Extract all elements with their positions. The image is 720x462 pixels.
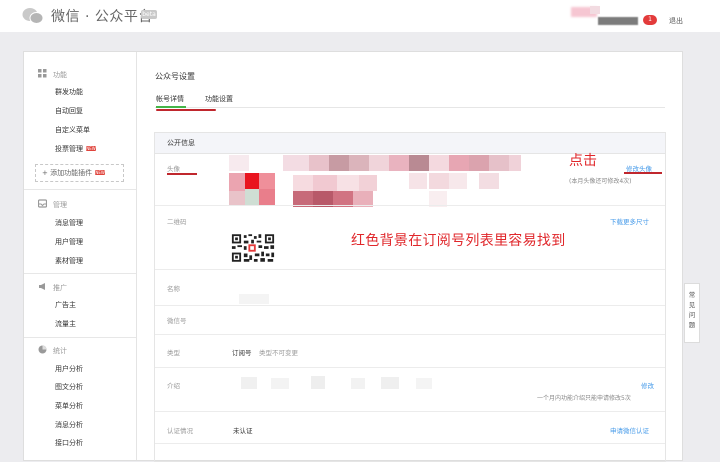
sidebar-item-user-analysis[interactable]: 用户分析	[55, 364, 83, 374]
intro-label: 介绍	[167, 382, 180, 390]
beta-badge: beta	[141, 10, 157, 19]
download-sizes-link[interactable]: 下载更多尺寸	[610, 216, 649, 226]
notification-badge[interactable]: 1	[643, 15, 657, 25]
row-divider	[155, 269, 665, 270]
public-info-panel: 公开信息 头像 修改头像 (本月头像还可修改4次) 点击 二维码 下载更多尺寸 …	[154, 132, 666, 462]
wechat-logo-icon	[22, 8, 44, 24]
type-value: 订阅号	[232, 349, 252, 357]
annotation-underline-edit	[624, 172, 662, 174]
row-divider	[155, 305, 665, 306]
sidebar-section-stats: 统计	[38, 345, 67, 356]
platform-title: 微信 · 公众平台	[51, 9, 153, 25]
sidebar-section-manage: 管理	[38, 199, 67, 210]
annotation-underline-tab	[156, 109, 216, 111]
sidebar-item-materials[interactable]: 素材管理	[55, 256, 83, 266]
type-label: 类型	[167, 349, 180, 357]
tab-account-details[interactable]: 帐号详情	[156, 94, 184, 104]
top-header: 微信 · 公众平台 beta 1 退出	[0, 0, 720, 32]
new-badge: NEW	[86, 146, 96, 151]
grid-icon	[38, 69, 47, 78]
sidebar: 功能 群发功能 自动回复 自定义菜单 投票管理 NEW + 添加功能插件 NEW 管…	[24, 52, 137, 460]
annotation-click: 点击	[569, 153, 597, 169]
intro-change-note: 一个月内功能介绍只能申请修改5次	[537, 395, 631, 402]
add-plugin-button[interactable]: + 添加功能插件 NEW	[35, 164, 124, 182]
account-name[interactable]	[598, 17, 638, 25]
tabs-divider	[155, 107, 665, 108]
intro-value-mosaic	[241, 376, 432, 389]
name-value-mosaic	[239, 294, 269, 304]
verify-value: 未认证	[233, 427, 253, 435]
sidebar-section-function: 功能	[38, 69, 67, 80]
qrcode-icon	[231, 233, 275, 263]
main-card: 功能 群发功能 自动回复 自定义菜单 投票管理 NEW + 添加功能插件 NEW 管…	[23, 51, 684, 462]
page-title: 公众号设置	[155, 72, 195, 81]
logout-link[interactable]: 退出	[669, 16, 683, 26]
avatar-label: 头像	[167, 165, 180, 173]
annotation-underline-avatar	[167, 173, 197, 175]
sidebar-item-publisher[interactable]: 流量主	[55, 319, 76, 329]
pie-chart-icon	[38, 345, 47, 354]
row-divider	[155, 367, 665, 368]
megaphone-icon	[39, 283, 45, 290]
sidebar-item-users[interactable]: 用户管理	[55, 237, 83, 247]
sidebar-item-message-analysis[interactable]: 消息分析	[55, 420, 83, 430]
wechat-id-label: 微信号	[167, 317, 187, 325]
sidebar-divider	[24, 189, 136, 190]
sidebar-item-mass-send[interactable]: 群发功能	[55, 87, 83, 97]
type-hint: 类型不可变更	[259, 349, 298, 357]
active-tab-indicator	[156, 106, 186, 108]
tab-function-settings[interactable]: 功能设置	[205, 94, 233, 104]
avatar	[229, 155, 521, 207]
row-divider	[155, 411, 665, 412]
sidebar-item-custom-menu[interactable]: 自定义菜单	[55, 125, 90, 135]
annotation-tip: 红色背景在订阅号列表里容易找到	[351, 233, 566, 249]
sidebar-item-advertiser[interactable]: 广告主	[55, 300, 76, 310]
qrcode-label: 二维码	[167, 218, 187, 226]
avatar-change-note: (本月头像还可修改4次)	[569, 178, 632, 185]
sidebar-divider	[24, 337, 136, 338]
sidebar-item-vote[interactable]: 投票管理 NEW	[55, 144, 96, 154]
sidebar-item-api-analysis[interactable]: 接口分析	[55, 438, 83, 448]
sidebar-divider	[24, 273, 136, 274]
row-divider	[155, 205, 665, 206]
sidebar-section-promote: 推广	[38, 282, 67, 293]
inbox-icon	[38, 199, 47, 208]
row-divider	[155, 443, 665, 444]
sidebar-item-auto-reply[interactable]: 自动回复	[55, 106, 83, 116]
name-label: 名称	[167, 285, 180, 293]
sidebar-item-menu-analysis[interactable]: 菜单分析	[55, 401, 83, 411]
settings-content: 公众号设置 帐号详情 功能设置 公开信息 头像 修改头像 (本月头像还可修改4次…	[138, 52, 684, 462]
avatar-mosaic	[590, 6, 600, 14]
sidebar-item-messages[interactable]: 消息管理	[55, 218, 83, 228]
verify-label: 认证情况	[167, 427, 193, 435]
faq-float-button[interactable]: 常见问题	[684, 283, 700, 343]
row-divider	[155, 334, 665, 335]
edit-intro-link[interactable]: 修改	[641, 380, 654, 390]
apply-verify-link[interactable]: 申请微信认证	[610, 425, 649, 435]
sidebar-item-article-analysis[interactable]: 图文分析	[55, 382, 83, 392]
